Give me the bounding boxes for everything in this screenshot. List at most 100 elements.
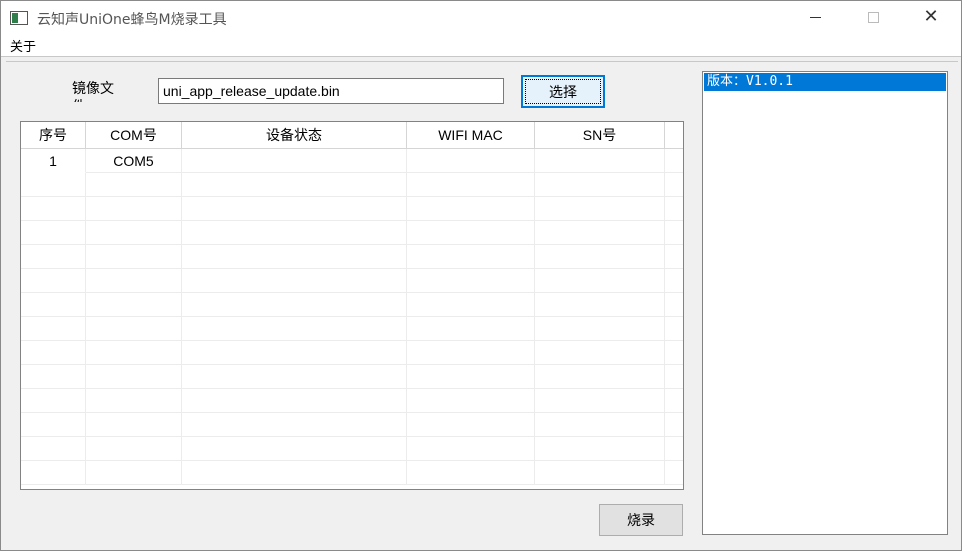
table-cell[interactable] [535, 461, 665, 485]
table-cell[interactable] [21, 437, 86, 461]
image-file-input[interactable]: uni_app_release_update.bin [158, 78, 504, 104]
table-cell[interactable] [535, 293, 665, 317]
log-line-version[interactable]: 版本：V1.0.1 [704, 73, 946, 91]
table-cell[interactable] [535, 413, 665, 437]
table-cell[interactable] [182, 149, 407, 173]
table-cell[interactable] [407, 173, 535, 197]
table-cell[interactable] [182, 197, 407, 221]
table-cell[interactable] [182, 389, 407, 413]
table-empty-row[interactable] [21, 341, 683, 365]
table-cell[interactable] [407, 197, 535, 221]
table-empty-row[interactable] [21, 365, 683, 389]
table-cell[interactable] [407, 389, 535, 413]
table-cell[interactable] [182, 173, 407, 197]
table-cell[interactable] [535, 245, 665, 269]
table-cell[interactable] [21, 197, 86, 221]
table-cell[interactable] [21, 389, 86, 413]
table-empty-row[interactable] [21, 221, 683, 245]
column-header-wifi-mac[interactable]: WIFI MAC [407, 122, 535, 149]
device-table[interactable]: 序号 COM号 设备状态 WIFI MAC SN号 1 COM5 [20, 121, 684, 490]
select-file-button[interactable]: 选择 [521, 75, 605, 108]
table-cell[interactable]: COM5 [86, 149, 182, 173]
table-cell[interactable] [21, 365, 86, 389]
table-cell[interactable] [86, 365, 182, 389]
table-cell[interactable] [182, 461, 407, 485]
table-cell[interactable] [407, 341, 535, 365]
table-cell[interactable] [21, 413, 86, 437]
log-panel[interactable]: 版本：V1.0.1 [702, 71, 948, 535]
table-empty-row[interactable] [21, 173, 683, 197]
table-empty-row[interactable] [21, 389, 683, 413]
table-cell[interactable] [86, 341, 182, 365]
table-cell[interactable] [535, 317, 665, 341]
column-header-com[interactable]: COM号 [86, 122, 182, 149]
table-cell[interactable] [21, 221, 86, 245]
table-cell[interactable] [407, 221, 535, 245]
table-cell[interactable] [86, 197, 182, 221]
table-cell[interactable] [86, 173, 182, 197]
column-header-status[interactable]: 设备状态 [182, 122, 407, 149]
table-cell[interactable] [407, 269, 535, 293]
table-cell[interactable] [407, 293, 535, 317]
table-cell[interactable] [182, 413, 407, 437]
table-cell[interactable] [21, 341, 86, 365]
table-row[interactable]: 1 COM5 [21, 149, 683, 173]
table-cell[interactable] [407, 437, 535, 461]
table-cell[interactable] [535, 149, 665, 173]
table-cell[interactable] [86, 293, 182, 317]
table-cell[interactable] [535, 389, 665, 413]
table-cell[interactable] [86, 221, 182, 245]
column-header-index[interactable]: 序号 [21, 122, 86, 149]
table-empty-row[interactable] [21, 197, 683, 221]
table-empty-row[interactable] [21, 245, 683, 269]
minimize-button[interactable] [792, 1, 838, 33]
maximize-button[interactable] [850, 1, 896, 33]
table-cell[interactable] [407, 413, 535, 437]
table-cell[interactable] [182, 341, 407, 365]
table-empty-row[interactable] [21, 269, 683, 293]
column-header-sn[interactable]: SN号 [535, 122, 665, 149]
table-cell[interactable] [535, 365, 665, 389]
table-cell[interactable] [535, 341, 665, 365]
table-cell[interactable] [182, 221, 407, 245]
close-button[interactable]: ✕ [908, 1, 954, 33]
table-empty-row[interactable] [21, 317, 683, 341]
table-cell[interactable] [21, 269, 86, 293]
title-bar[interactable]: 云知声UniOne蜂鸟M烧录工具 ✕ [1, 1, 961, 33]
table-cell[interactable] [86, 317, 182, 341]
table-cell[interactable] [535, 269, 665, 293]
table-cell[interactable] [182, 365, 407, 389]
table-cell[interactable] [86, 245, 182, 269]
table-cell[interactable] [407, 461, 535, 485]
table-cell[interactable] [535, 197, 665, 221]
table-cell[interactable] [407, 149, 535, 173]
table-cell[interactable] [407, 365, 535, 389]
table-cell[interactable] [182, 293, 407, 317]
table-cell[interactable] [182, 245, 407, 269]
table-empty-row[interactable] [21, 461, 683, 485]
burn-button[interactable]: 烧录 [599, 504, 683, 536]
table-cell[interactable] [86, 269, 182, 293]
table-cell[interactable] [182, 437, 407, 461]
table-cell[interactable] [535, 173, 665, 197]
table-cell[interactable] [407, 245, 535, 269]
table-cell[interactable] [86, 437, 182, 461]
table-cell[interactable] [21, 173, 86, 197]
table-cell[interactable] [86, 389, 182, 413]
table-cell[interactable] [407, 317, 535, 341]
table-cell[interactable] [535, 221, 665, 245]
table-cell[interactable] [535, 437, 665, 461]
table-cell[interactable] [21, 461, 86, 485]
table-cell[interactable] [21, 293, 86, 317]
table-cell[interactable] [182, 269, 407, 293]
table-cell[interactable] [86, 413, 182, 437]
table-cell[interactable] [182, 317, 407, 341]
table-cell[interactable] [21, 245, 86, 269]
table-cell[interactable] [86, 461, 182, 485]
table-empty-row[interactable] [21, 413, 683, 437]
menu-item-about[interactable]: 关于 [10, 36, 36, 55]
table-empty-row[interactable] [21, 293, 683, 317]
table-cell[interactable]: 1 [21, 149, 86, 173]
table-empty-row[interactable] [21, 437, 683, 461]
table-cell[interactable] [21, 317, 86, 341]
